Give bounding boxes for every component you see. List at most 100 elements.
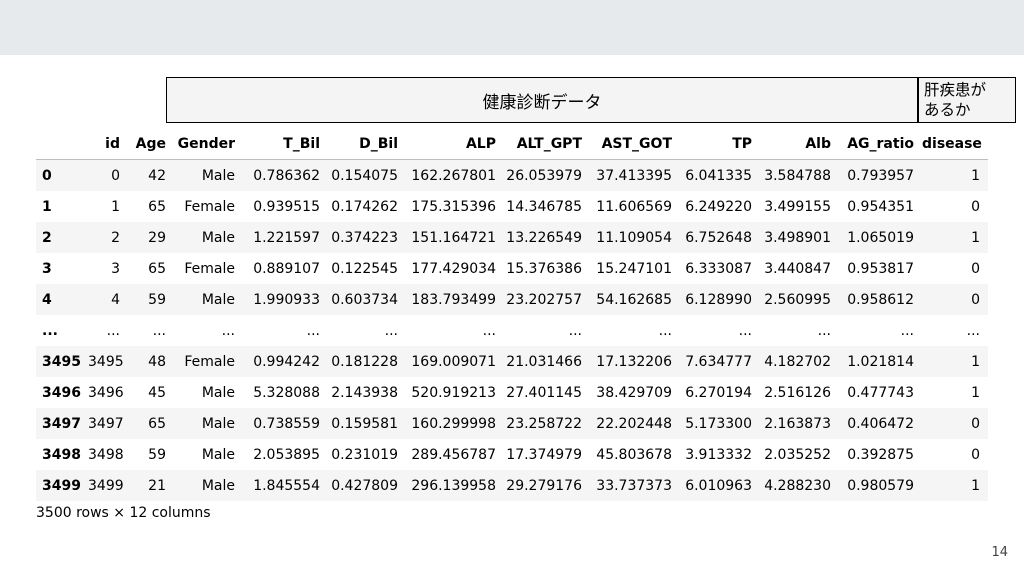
table-cell: 65: [148, 198, 166, 215]
column-header: ALT_GPT: [504, 128, 590, 160]
table-cell: 0.939515: [253, 198, 320, 215]
table-cell: 3.584788: [764, 167, 831, 184]
table-cell: 1.990933: [253, 291, 320, 308]
table-cell: 45: [148, 384, 166, 401]
column-header: AST_GOT: [590, 128, 680, 160]
table-row: 3496 3496 45 Male 5.328088 2.143938 520.919213…: [36, 377, 988, 408]
table-cell: 5.328088: [253, 384, 320, 401]
slide-top-band: [0, 0, 1024, 55]
column-header: Alb: [760, 128, 839, 160]
table-cell: Male: [201, 291, 235, 308]
table-cell: 0: [971, 446, 980, 463]
table-cell: 0.889107: [253, 260, 320, 277]
dataset-title: 健康診断データ: [482, 92, 602, 113]
row-index: 2: [42, 229, 52, 246]
table-row: 3495 3495 48 Female 0.994242 0.181228 169.0090…: [36, 346, 988, 377]
table-cell: 13.226549: [506, 229, 582, 246]
table-row: 1 1 65 Female 0.939515 0.174262 175.315396 14.3…: [36, 191, 988, 222]
column-header: AG_ratio: [839, 128, 922, 160]
table-cell: 0.122545: [331, 260, 398, 277]
table-cell: 11.109054: [596, 229, 672, 246]
table-cell: 59: [148, 291, 166, 308]
row-index: 3499: [42, 477, 81, 494]
table-cell: 59: [148, 446, 166, 463]
table-cell: 169.009071: [411, 353, 496, 370]
row-index: 3497: [42, 415, 81, 432]
table-cell: 162.267801: [411, 167, 496, 184]
table-cell: 26.053979: [506, 167, 582, 184]
table-cell: 160.299998: [411, 415, 496, 432]
table-cell: 0.181228: [331, 353, 398, 370]
table-cell: 37.413395: [596, 167, 672, 184]
table-cell: 0.477743: [847, 384, 914, 401]
table-cell: ...: [966, 322, 980, 339]
table-cell: 4: [111, 291, 120, 308]
table-row: .......................................: [36, 315, 988, 346]
row-index: 3496: [42, 384, 81, 401]
table-row: 4 4 59 Male 1.990933 0.603734 183.793499 23.202…: [36, 284, 988, 315]
table-cell: 175.315396: [411, 198, 496, 215]
table-cell: 1.021814: [847, 353, 914, 370]
table-cell: 4.182702: [764, 353, 831, 370]
table-cell: 3496: [88, 384, 124, 401]
table-cell: 11.606569: [596, 198, 672, 215]
table-cell: 23.202757: [506, 291, 582, 308]
table-cell: 3.498901: [764, 229, 831, 246]
table-cell: 17.374979: [506, 446, 582, 463]
table-cell: 0.954351: [847, 198, 914, 215]
table-cell: ...: [106, 322, 120, 339]
table-cell: 1: [971, 167, 980, 184]
table-cell: 6.010963: [685, 477, 752, 494]
table-cell: ...: [817, 322, 831, 339]
table-row: 2 2 29 Male 1.221597 0.374223 151.164721 13.226…: [36, 222, 988, 253]
table-cell: 45.803678: [596, 446, 672, 463]
table-cell: 6.270194: [685, 384, 752, 401]
table-cell: ...: [900, 322, 914, 339]
table-cell: 3498: [88, 446, 124, 463]
table-cell: Male: [201, 415, 235, 432]
column-header: D_Bil: [328, 128, 406, 160]
table-cell: 3: [111, 260, 120, 277]
table-cell: 0.980579: [847, 477, 914, 494]
table-cell: ...: [306, 322, 320, 339]
column-header-index: [36, 128, 88, 160]
table-cell: 0.786362: [253, 167, 320, 184]
table-cell: 0: [111, 167, 120, 184]
table-cell: 0.793957: [847, 167, 914, 184]
table-cell: 5.173300: [685, 415, 752, 432]
table-cell: 1: [971, 229, 980, 246]
header-row: id Age Gender T_Bil D_Bil ALP ALT_GPT AST_GOT TP…: [36, 128, 988, 160]
dataframe-table: id Age Gender T_Bil D_Bil ALP ALT_GPT AST_GOT TP…: [36, 128, 988, 501]
row-index: 3495: [42, 353, 81, 370]
table-cell: 0.154075: [331, 167, 398, 184]
column-header: Gender: [174, 128, 243, 160]
table-cell: ...: [384, 322, 398, 339]
row-index: 3498: [42, 446, 81, 463]
table-cell: 0: [971, 260, 980, 277]
table-cell: 0.159581: [331, 415, 398, 432]
table-cell: 29.279176: [506, 477, 582, 494]
table-cell: 4.288230: [764, 477, 831, 494]
table-cell: 3.913332: [685, 446, 752, 463]
table-cell: 6.128990: [685, 291, 752, 308]
table-cell: Female: [184, 260, 235, 277]
table-cell: Male: [201, 167, 235, 184]
column-header: T_Bil: [243, 128, 328, 160]
table-row: 3499 3499 21 Male 1.845554 0.427809 296.139958…: [36, 470, 988, 501]
table-cell: 3.440847: [764, 260, 831, 277]
table-cell: Female: [184, 198, 235, 215]
table-cell: 0.738559: [253, 415, 320, 432]
table-cell: 0.958612: [847, 291, 914, 308]
column-header: id: [88, 128, 128, 160]
table-cell: 3499: [88, 477, 124, 494]
table-cell: 23.258722: [506, 415, 582, 432]
table-body: 0 0 4 2 Male 0.786362 0.154075 162.267801 26.053…: [36, 159, 988, 501]
table-cell: Male: [201, 384, 235, 401]
table-cell: 29: [148, 229, 166, 246]
table-cell: 2: [111, 229, 120, 246]
table-cell: 14.346785: [506, 198, 582, 215]
table-cell: 289.456787: [411, 446, 496, 463]
table-cell: Male: [201, 446, 235, 463]
table-cell: 0.392875: [847, 446, 914, 463]
row-index: 1: [42, 198, 52, 215]
